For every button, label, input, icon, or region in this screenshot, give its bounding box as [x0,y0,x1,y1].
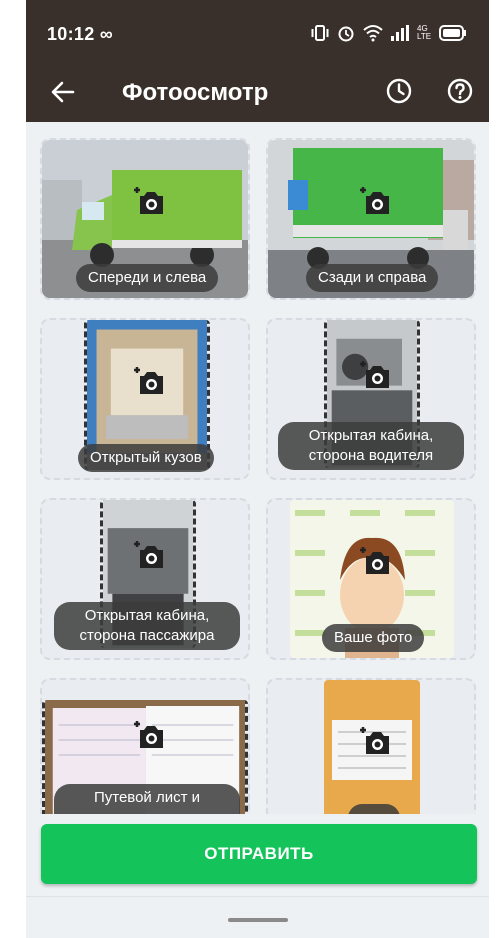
photo-grid: Спереди и слева Сзади и справа Открытый … [26,122,489,814]
submit-button[interactable]: ОТПРАВИТЬ [41,824,477,884]
photo-label: Открытый кузов [78,444,214,472]
photo-label: Открытая кабина, сторона водителя [278,422,464,470]
network-type-label: 4G LTE [417,24,432,41]
wifi-icon [363,25,383,42]
page-title: Фотоосмотр [122,79,269,106]
add-photo-icon [360,727,389,754]
photo-tile-open-body[interactable]: Открытый кузов [40,318,250,480]
photo-tile-waybill[interactable]: Путевой лист и [40,678,250,814]
add-photo-icon [134,187,163,214]
navigation-bar [26,896,489,938]
infinity-icon: ∞ [99,24,113,44]
screen-border [489,0,498,938]
photo-label: Путевой лист и [54,784,240,814]
photo-label: Открытая кабина, сторона пассажира [54,602,240,650]
status-icons: 4G LTE [311,24,467,42]
divider [26,896,489,897]
phone-screen: 10:12 ∞ 4G LTE Фотоосмотр Спереди и слев… [26,0,489,938]
question-icon[interactable] [445,76,475,106]
photo-label [348,804,400,814]
status-bar: 10:12 ∞ 4G LTE [26,0,489,64]
vibrate-icon [311,25,329,41]
add-photo-icon [134,721,163,748]
status-time: 10:12 ∞ [47,24,113,44]
photo-label: Ваше фото [322,624,425,652]
signal-icon [391,25,409,41]
alarm-icon [338,26,354,42]
photo-tile-cabin-passenger[interactable]: Открытая кабина, сторона пассажира [40,498,250,660]
app-bar: Фотоосмотр [26,64,489,122]
arrow-left-icon[interactable] [50,77,76,107]
add-photo-icon [360,547,389,574]
photo-label: Сзади и справа [306,264,439,292]
photo-label: Спереди и слева [76,264,219,292]
add-photo-icon [360,187,389,214]
photo-tile-your-photo[interactable]: Ваше фото [266,498,476,660]
photo-tile-rear-right[interactable]: Сзади и справа [266,138,476,300]
battery-icon [439,25,466,41]
photo-tile-cabin-driver[interactable]: Открытая кабина, сторона водителя [266,318,476,480]
photo-tile-document[interactable] [266,678,476,814]
home-gesture-handle[interactable] [228,918,288,922]
add-photo-icon [134,541,163,568]
add-photo-icon [360,361,389,388]
photo-tile-front-left[interactable]: Спереди и слева [40,138,250,300]
clock-icon[interactable] [384,76,414,106]
add-photo-icon [134,367,163,394]
